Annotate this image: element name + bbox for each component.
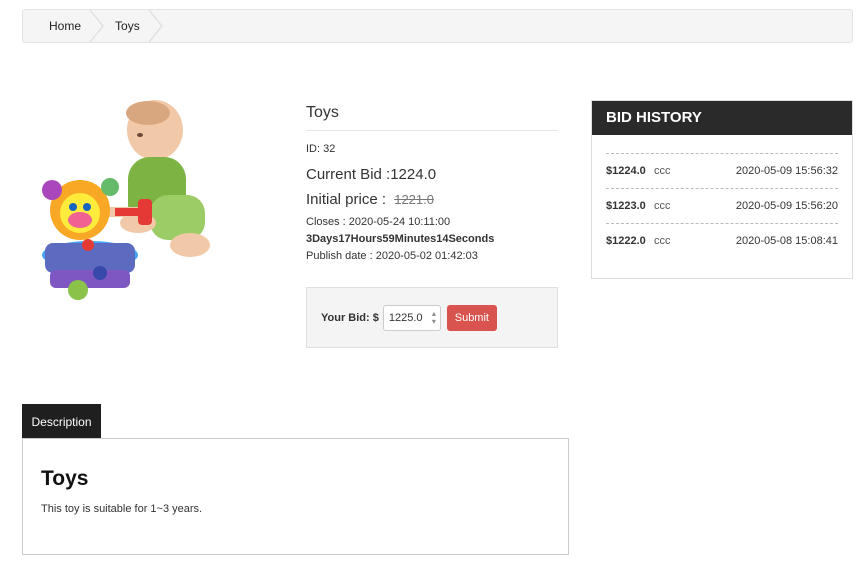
bid-form: Your Bid: $ 1225.0 ▴ ▾ Submit: [306, 287, 558, 348]
description-panel: Toys This toy is suitable for 1~3 years.: [22, 438, 569, 555]
bid-label: Your Bid: $: [321, 311, 379, 324]
product-title: Toys: [306, 104, 558, 131]
bid-history-row: $1223.0 ccc 2020-05-09 15:56:20: [606, 188, 838, 223]
description-text: This toy is suitable for 1~3 years.: [41, 503, 203, 515]
breadcrumb-separator-icon: [90, 10, 104, 42]
countdown-timer: 3Days17Hours59Minutes14Seconds: [306, 233, 495, 245]
bid-history-panel: BID HISTORY $1224.0 ccc 2020-05-09 15:56…: [591, 100, 853, 279]
product-info: Toys ID: 32 Current Bid :1224.0 Initial …: [306, 104, 558, 262]
bid-date: 2020-05-09 15:56:32: [735, 165, 838, 177]
product-image: [42, 100, 210, 300]
tab-description[interactable]: Description: [22, 404, 101, 439]
description-title: Toys: [41, 467, 89, 490]
product-id: ID: 32: [306, 143, 336, 155]
bid-user: ccc: [654, 200, 671, 212]
bid-history-row: $1224.0 ccc 2020-05-09 15:56:32: [606, 153, 838, 188]
bid-date: 2020-05-09 15:56:20: [735, 200, 838, 212]
initial-price-label: Initial price :: [306, 191, 387, 208]
breadcrumb-home[interactable]: Home: [23, 10, 104, 42]
breadcrumb-toys[interactable]: Toys: [103, 10, 163, 42]
bid-amount: $1222.0: [606, 235, 646, 247]
initial-price-value: 1221.0: [394, 192, 434, 207]
publish-date: Publish date : 2020-05-02 01:42:03: [306, 250, 478, 262]
breadcrumb-separator-icon: [148, 10, 163, 42]
bid-amount: $1223.0: [606, 200, 646, 212]
current-bid: Current Bid :1224.0: [306, 166, 437, 183]
initial-price: Initial price : 1221.0: [306, 191, 558, 208]
bid-user: ccc: [654, 165, 671, 177]
stepper-arrows-icon[interactable]: ▴ ▾: [432, 309, 440, 326]
breadcrumb-toys-label: Toys: [115, 19, 140, 33]
bid-amount-input[interactable]: 1225.0 ▴ ▾: [382, 304, 441, 331]
bid-date: 2020-05-08 15:08:41: [735, 235, 838, 247]
bid-user: ccc: [654, 235, 671, 247]
breadcrumb-home-label: Home: [49, 19, 82, 33]
bid-history-row: $1222.0 ccc 2020-05-08 15:08:41: [606, 223, 838, 258]
bid-history-title: BID HISTORY: [592, 101, 852, 135]
submit-button[interactable]: Submit: [446, 304, 497, 331]
closes-date: Closes : 2020-05-24 10:11:00: [306, 216, 451, 228]
bid-amount-value: 1225.0: [388, 311, 423, 324]
breadcrumb: Home Toys: [22, 9, 853, 43]
bid-amount: $1224.0: [606, 165, 646, 177]
